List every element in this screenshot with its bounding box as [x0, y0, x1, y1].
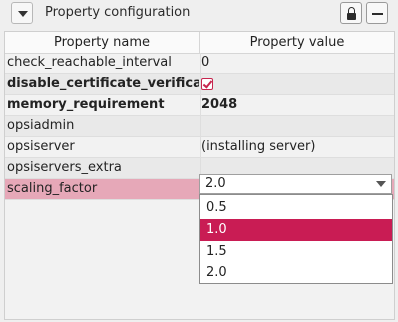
check-icon — [202, 78, 213, 89]
property-value[interactable] — [200, 74, 391, 94]
chevron-down-icon — [18, 11, 28, 17]
minus-icon — [372, 13, 383, 15]
property-name: memory_requirement — [7, 97, 165, 112]
property-value[interactable]: 0 — [200, 53, 391, 73]
property-value[interactable]: (installing server) — [200, 137, 391, 157]
dropdown-option[interactable]: 2.0 — [200, 262, 392, 284]
table-row[interactable]: check_reachable_interval 0 — [5, 53, 394, 74]
column-header-name[interactable]: Property name — [5, 32, 200, 53]
collapse-button[interactable] — [11, 2, 33, 24]
property-name: opsiserver — [7, 139, 75, 154]
dropdown-option[interactable]: 1.5 — [200, 241, 392, 263]
property-value[interactable]: 2048 — [200, 95, 391, 115]
checkbox[interactable] — [201, 78, 213, 90]
panel-title: Property configuration — [45, 5, 191, 20]
property-name: opsiservers_extra — [7, 160, 122, 175]
combobox-value: 2.0 — [205, 176, 226, 191]
property-name: scaling_factor — [7, 181, 98, 196]
column-header-value[interactable]: Property value — [200, 32, 394, 53]
table-row[interactable]: opsiadmin — [5, 116, 394, 137]
remove-button[interactable] — [366, 2, 388, 24]
table-row[interactable]: memory_requirement 2048 — [5, 95, 394, 116]
dropdown-option[interactable]: 0.5 — [200, 197, 392, 219]
property-name: check_reachable_interval — [7, 55, 172, 70]
property-name: disable_certificate_verification — [7, 76, 199, 91]
dropdown-list: 0.5 1.0 1.5 2.0 — [199, 194, 393, 284]
property-value[interactable] — [200, 116, 391, 136]
scaling-factor-combobox[interactable]: 2.0 — [199, 174, 392, 194]
property-name: opsiadmin — [7, 118, 75, 133]
table-row[interactable]: disable_certificate_verification — [5, 74, 394, 95]
table-header: Property name Property value — [5, 32, 394, 54]
title-bar: Property configuration — [0, 0, 398, 26]
lock-button[interactable] — [340, 2, 362, 24]
table-row[interactable]: opsiserver (installing server) — [5, 137, 394, 158]
dropdown-option-highlighted[interactable]: 1.0 — [200, 219, 392, 241]
chevron-down-icon[interactable] — [376, 181, 386, 187]
